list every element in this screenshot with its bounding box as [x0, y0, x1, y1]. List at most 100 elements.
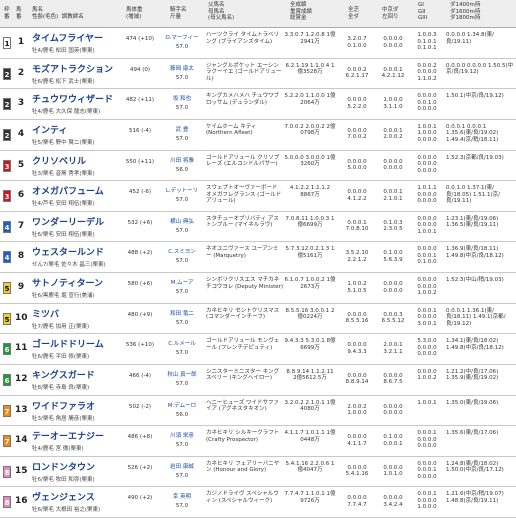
pedigree: ヘニーヒューズ ワイドサファイア (アグネスタキオン)	[206, 399, 279, 413]
horse-profile: 牡4/鹿毛 松田 国英(栗東)	[32, 48, 95, 54]
jockey-link[interactable]: 坂 和也	[162, 96, 202, 103]
jockey-link[interactable]: M.ムーア	[162, 280, 202, 287]
jockey-weight: 57.0	[175, 227, 189, 234]
horse-profile: 牡6/栗毛 牧田 和弥(栗東)	[32, 476, 95, 483]
pedigree: スウェプトオーヴァーボード オメガフレグランス (ゴールドアリュール)	[206, 185, 282, 205]
jockey-link[interactable]: 和田 竜二	[162, 311, 202, 318]
table-row: 7 14 テーオーエナジー 牡4/鹿毛 宮 徹(栗東) 486 (+8) 川須 栄彦 57.…	[0, 426, 516, 457]
turf-dirt-record: 0.0.0.0 7.0.0.2	[347, 127, 367, 141]
career-record: 7.0.0.2 2.0.0.2 2億0798万	[284, 123, 336, 137]
jockey-link[interactable]: C.スミヨン	[162, 249, 202, 256]
horse-name-link[interactable]: インティ	[32, 123, 67, 136]
jockey-link[interactable]: O.マーフィー	[162, 35, 202, 42]
horse-name-link[interactable]: オメガパフューム	[32, 184, 104, 197]
waku-badge: 2	[3, 98, 11, 111]
horse-weight: 452 (-6)	[128, 189, 152, 196]
turf-dirt-record: 2.0.0.2 1.0.0.0	[347, 403, 367, 417]
horse-weight: 550 (+11)	[125, 158, 155, 165]
horse-weight: 580 (+6)	[127, 281, 153, 287]
grade-record: 0.0.0.0 0.0.1.0 0.0.0.0	[417, 93, 437, 113]
waku-badge: 5	[3, 312, 11, 325]
horse-weight: 526 (+2)	[127, 464, 153, 471]
horse-weight: 502 (-2)	[128, 403, 152, 410]
turf-dirt-record: 0.0.0.0 9.4.3.3	[347, 342, 367, 355]
table-row: 3 5 クリソベリル 牡3/栗毛 音無 秀孝(栗東) 550 (+11) 川田 将雅 56.…	[0, 151, 516, 182]
career-record: 5.2.2.0 1.1.0.0 1億2064万	[284, 93, 336, 106]
waku-badge: 2	[3, 128, 11, 141]
horse-name-link[interactable]: ワンダーリーデル	[32, 215, 104, 228]
horse-name-link[interactable]: サトノティターン	[32, 276, 103, 289]
header-record: 全成績 重賞成績 総賞金	[290, 2, 313, 21]
career-record: 3.3.0.7 1.2.0.8 1億2941万	[284, 32, 336, 45]
jockey-link[interactable]: 岩田 康誠	[162, 464, 202, 471]
jockey-link[interactable]: 武 豊	[162, 127, 202, 134]
grade-record: 0.0.0.2 0.0.0.0 1.1.0.2	[417, 62, 437, 82]
pedigree: カジノドライヴ スペシャルウィン (スペシャルウィーク)	[206, 491, 279, 504]
horse-name-link[interactable]: モズアトラクション	[32, 62, 113, 75]
jockey-link[interactable]: 横山 典弘	[162, 219, 202, 226]
jockey-link[interactable]: 幸 英明	[162, 494, 202, 501]
best-time: 1.50.1(中京/良/19.12)	[446, 93, 504, 100]
chukyo-record: 0.1.0.0 5.6.3.9	[383, 250, 403, 263]
jockey-link[interactable]: 川須 栄彦	[162, 433, 202, 440]
career-record: 8.8.9.14 1.1.2.11 2億5612.5万	[286, 368, 334, 382]
jockey-link[interactable]: C.ルメール	[162, 341, 202, 348]
chukyo-record: 0.0.0.1 2.0.0.2	[383, 127, 403, 141]
horse-weight: 486 (+8)	[127, 434, 153, 441]
horse-profile: 牡3/栗毛 角居 勝彦(栗東)	[32, 415, 95, 422]
horse-number: 1	[17, 37, 25, 47]
horse-name-link[interactable]: タイムフライヤー	[32, 31, 103, 44]
career-record: 3.2.0.2 2.1.0.1 1億4080万	[284, 399, 336, 413]
jockey-link[interactable]: 藤岡 康太	[162, 66, 202, 73]
horse-profile: 牡6/栗毛 安田 翔伍(栗東)	[32, 231, 95, 238]
pedigree: スタチューオブリバティ アストンブルー (マイネルラヴ)	[206, 215, 279, 229]
horse-name-link[interactable]: ミツバ	[32, 307, 59, 320]
jockey-link[interactable]: 秋山 真一郎	[162, 372, 202, 379]
horse-weight: 494 (0)	[129, 66, 151, 73]
horse-name-link[interactable]: ワイドファラオ	[32, 399, 95, 412]
jockey-link[interactable]: M.デムーロ	[162, 403, 202, 410]
jockey-link[interactable]: 川田 将雅	[162, 158, 202, 165]
jockey-weight: 57.0	[175, 105, 189, 112]
grade-record: 1.0.1.1 0.0.0.0 0.0.0.0	[417, 185, 437, 205]
horse-profile: 牡4/鹿毛 大久保 龍志(栗東)	[32, 109, 101, 116]
waku-badge: 7	[3, 435, 11, 448]
pedigree: ネオユニヴァース ユーアンミー (Marquetry)	[206, 246, 279, 259]
career-record: 4.1.1.7 1.0.1.1 1億0448万	[284, 430, 336, 443]
jockey-weight: 57.0	[175, 319, 189, 326]
horse-name-link[interactable]: ウェスタールンド	[32, 245, 104, 258]
chukyo-record: 0.0.0.1 2.1.0.1	[383, 189, 403, 202]
career-record: 6.2.1.19 1.1.0.4 1億3528万	[285, 62, 335, 76]
best-time: 1.35.0(東/良/19.06)	[446, 399, 499, 406]
header-jockey: 騎手名 斤量	[170, 7, 187, 20]
horse-name-link[interactable]: キングスガード	[32, 368, 95, 381]
chukyo-record: 0.1.0.0 0.0.0.1	[383, 434, 403, 447]
horse-name-link[interactable]: ヴェンジェンス	[32, 490, 95, 503]
table-row: 8 16 ヴェンジェンス 牡6/栗毛 大根田 裕之(栗東) 490 (+2) 幸 英明 57…	[0, 487, 516, 518]
table-row: 6 12 キングスガード 牡8/栗毛 寺島 良(栗東) 466 (-4) 秋山 真一郎 57…	[0, 365, 516, 396]
horse-weight: 482 (+11)	[125, 97, 155, 104]
table-row: 7 13 ワイドファラオ 牡3/栗毛 角居 勝彦(栗東) 502 (-2) M.デムーロ 5…	[0, 396, 516, 427]
horse-weight: 474 (+10)	[125, 36, 155, 42]
jockey-link[interactable]: L.デットーリ	[162, 188, 202, 195]
horse-profile: 牡8/栗毛 寺島 良(栗東)	[32, 384, 90, 391]
table-row: 3 6 オメガパフューム 牡4/芦毛 安田 翔伍(栗東) 452 (-6) L.デットーリ…	[0, 181, 516, 212]
horse-number: 13	[15, 404, 28, 415]
horse-weight: 532 (+6)	[127, 219, 153, 226]
turf-dirt-record: 0.0.0.1 7.0.8.10	[345, 219, 369, 233]
waku-badge: 5	[3, 282, 11, 294]
waku-badge: 8	[3, 496, 11, 509]
horse-name-link[interactable]: テーオーエナジー	[32, 429, 104, 442]
grade-record: 0.0.0.0 0.0.0.0 0.0.0.0	[417, 154, 437, 174]
horse-name-link[interactable]: ロンドンタウン	[32, 460, 95, 473]
horse-name-link[interactable]: クリソベリル	[32, 154, 86, 167]
horse-name-link[interactable]: チュウワウィザード	[32, 92, 113, 105]
turf-dirt-record: 0.0.0.0 8.5.5.16	[345, 311, 369, 325]
horse-number: 4	[17, 128, 25, 139]
best-time: 1.34.1(東/良/18.02) 1.49.8(中京/良/18.12)	[446, 338, 504, 351]
turf-dirt-record: 0.0.0.0 7.7.4.7	[347, 495, 367, 508]
horse-number: 14	[15, 435, 28, 446]
horse-name-link[interactable]: ゴールドドリーム	[32, 337, 104, 350]
horse-profile: 牡3/栗毛 音無 秀孝(栗東)	[32, 170, 95, 177]
table-row: 2 2 モズアトラクション 牡6/鹿毛 松下 武士(栗東) 494 (0) 藤岡 康太 57…	[0, 59, 516, 90]
